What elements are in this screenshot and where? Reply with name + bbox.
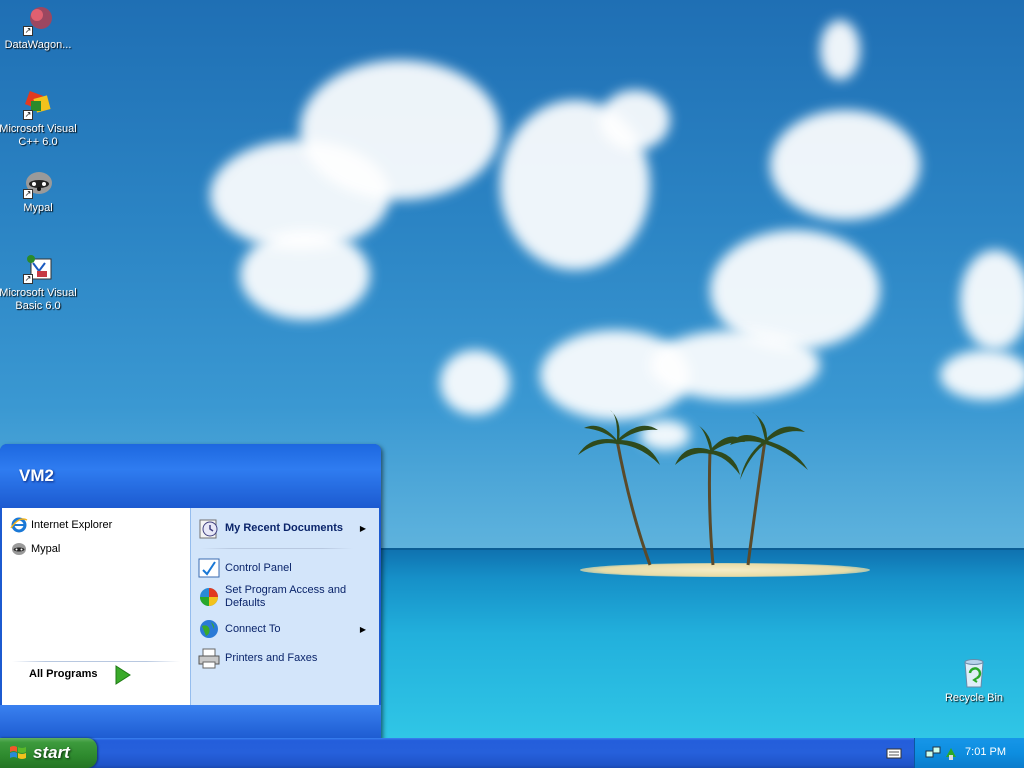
windows-logo-icon [9,744,27,762]
all-programs-arrow-icon [114,665,132,685]
separator [12,661,180,662]
desktop-icon-label: Microsoft Visual Basic 6.0 [0,287,77,312]
cloud [650,330,820,400]
start-menu-body: Internet Explorer Mypal All Programs My … [2,508,379,705]
start-item-label: Internet Explorer [31,519,113,531]
start-item-label: Connect To [225,622,281,635]
recycle-bin-icon [957,656,991,690]
visual-basic-icon: ↗ [21,251,55,285]
shortcut-arrow-icon: ↗ [23,26,33,36]
cloud [300,60,500,200]
start-item-set-program-access[interactable]: Set Program Access and Defaults [197,584,374,610]
start-item-label: My Recent Documents [225,521,343,534]
start-item-label: Mypal [31,543,61,555]
datawagon-icon: ↗ [21,3,55,37]
start-item-control-panel[interactable]: Control Panel [197,556,374,580]
cloud [960,250,1024,350]
desktop-icon-label: DataWagon... [4,39,72,51]
all-programs-button[interactable]: All Programs [29,668,97,680]
submenu-arrow-icon: ▶ [359,624,366,634]
cloud [820,20,860,80]
submenu-arrow-icon: ▶ [359,523,366,533]
recent-documents-icon [197,516,221,540]
clock[interactable]: 7:01 PM [965,746,1006,758]
start-item-my-recent-documents[interactable]: My Recent Documents ▶ [197,516,374,540]
desktop-icon-visual-basic[interactable]: ↗ Microsoft Visual Basic 6.0 [0,251,78,313]
control-panel-icon [197,556,221,580]
start-item-label: Set Program Access and Defaults [225,584,347,609]
cloud [940,350,1024,400]
start-menu-left-pane: Internet Explorer Mypal All Programs [2,508,190,705]
shortcut-arrow-icon: ↗ [23,274,33,284]
taskbar: start 7:01 PM [0,738,1024,768]
start-item-connect-to[interactable]: Connect To ▶ [197,617,374,641]
mypal-icon: ↗ [21,166,55,200]
start-item-label: Printers and Faxes [225,651,318,664]
shortcut-arrow-icon: ↗ [23,189,33,199]
keyboard-icon[interactable] [886,746,902,760]
internet-explorer-icon [10,516,28,534]
desktop-icon-label: Microsoft Visual C++ 6.0 [0,123,77,148]
start-menu: VM2 Internet Explorer Mypal All Programs [0,444,381,740]
cloud [440,350,510,415]
start-menu-footer [0,705,381,740]
start-button-label: start [33,743,70,762]
desktop-icon-recycle-bin[interactable]: Recycle Bin [934,656,1014,705]
start-item-mypal[interactable]: Mypal [10,540,60,558]
start-menu-user-header: VM2 [0,444,381,508]
desktop-icon-datawagon[interactable]: ↗ DataWagon... [0,3,78,52]
shortcut-arrow-icon: ↗ [23,110,33,120]
connect-to-icon [197,617,221,641]
palm-trees [578,410,808,566]
desktop-icon-label: Recycle Bin [944,692,1004,704]
desktop-icon-label: Mypal [23,202,53,214]
user-name: VM2 [19,466,54,485]
start-item-printers-and-faxes[interactable]: Printers and Faxes [197,646,374,670]
system-tray: 7:01 PM [914,738,1024,768]
network-icon[interactable] [925,745,941,764]
start-item-internet-explorer[interactable]: Internet Explorer [10,516,112,534]
separator [201,548,353,549]
desktop-icon-mypal[interactable]: ↗ Mypal [0,166,78,215]
safely-remove-hardware-icon[interactable] [943,745,959,764]
start-item-label: Control Panel [225,561,292,574]
program-access-icon [197,585,221,609]
start-menu-right-pane: My Recent Documents ▶ Control Panel Set … [190,508,379,705]
cloud [600,90,670,150]
desktop-icon-visual-cpp[interactable]: ↗ Microsoft Visual C++ 6.0 [0,87,78,149]
mypal-icon [10,540,28,558]
cloud [770,110,920,220]
visual-cpp-icon: ↗ [21,87,55,121]
printer-icon [197,646,221,670]
cloud [240,230,370,320]
start-button[interactable]: start [0,738,97,768]
